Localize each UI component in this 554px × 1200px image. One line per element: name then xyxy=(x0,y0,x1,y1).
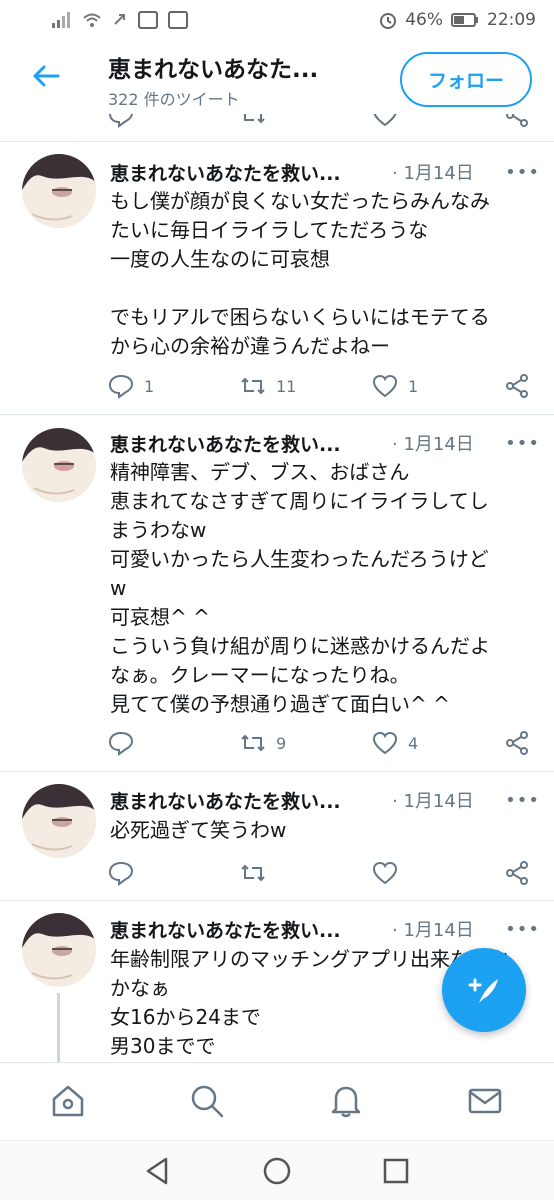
battery-percent: 46% xyxy=(405,10,443,30)
like-button[interactable] xyxy=(372,858,408,888)
author-name[interactable]: 恵まれないあなたを救い... xyxy=(110,916,372,943)
arrow-left-icon[interactable] xyxy=(30,60,62,92)
tweet-header: 恵まれないあなたを救い... · 1月14日 ••• xyxy=(110,785,540,815)
tweet-date: · 1月14日 xyxy=(392,163,474,184)
tweet[interactable]: 恵まれないあなたを救い... · 1月14日 ••• もし僕が顔が良くない女だっ… xyxy=(0,142,554,415)
back-triangle-icon[interactable] xyxy=(142,1155,174,1187)
reply-button[interactable] xyxy=(108,728,144,758)
reply-button[interactable] xyxy=(108,858,144,888)
share-icon xyxy=(506,861,528,885)
like-button[interactable]: 1 xyxy=(372,371,418,401)
retweet-icon xyxy=(241,734,265,752)
reply-button[interactable]: 1 xyxy=(108,371,154,401)
thread-connector xyxy=(57,993,60,1062)
reply-icon xyxy=(108,731,134,756)
page-title: 恵まれないあなた... xyxy=(108,57,319,83)
previous-tweet-actions xyxy=(0,114,554,142)
app-notification-icon xyxy=(168,11,188,29)
heart-icon[interactable] xyxy=(372,114,398,128)
follow-button[interactable]: フォロー xyxy=(400,52,532,107)
tweet-count: 322 件のツイート xyxy=(108,90,240,109)
tweet-header: 恵まれないあなたを救い... · 1月14日 ••• xyxy=(110,914,540,944)
share-button[interactable] xyxy=(504,858,530,888)
heart-icon xyxy=(372,861,398,885)
recents-square-icon[interactable] xyxy=(380,1155,412,1187)
tweet-text: 精神障害、デブ、ブス、おばさん 恵まれてなさすぎて周りにイライラしてし まうわな… xyxy=(110,460,490,716)
avatar[interactable] xyxy=(22,784,96,858)
avatar[interactable] xyxy=(22,428,96,502)
author-name[interactable]: 恵まれないあなたを救い... xyxy=(110,159,372,186)
system-navigation xyxy=(0,1140,554,1200)
home-icon[interactable] xyxy=(50,1083,86,1119)
like-count: 1 xyxy=(408,376,419,396)
bottom-navigation xyxy=(0,1062,554,1140)
tweet-header: 恵まれないあなたを救い... · 1月14日 ••• xyxy=(110,428,540,458)
share-icon xyxy=(506,374,528,398)
notification-icon xyxy=(138,11,158,29)
share-icon xyxy=(506,731,528,755)
retweet-count: 11 xyxy=(276,376,297,396)
retweet-button[interactable]: 9 xyxy=(240,728,286,758)
arrows-icon xyxy=(114,14,125,25)
compose-tweet-icon xyxy=(468,978,498,1003)
author-name[interactable]: 恵まれないあなたを救い... xyxy=(110,430,372,457)
retweet-icon[interactable] xyxy=(240,114,266,128)
mail-icon[interactable] xyxy=(467,1083,503,1119)
avatar[interactable] xyxy=(22,913,96,987)
wifi-icon xyxy=(83,13,101,27)
battery-icon xyxy=(451,13,478,27)
status-bar: 46% 22:09 xyxy=(0,0,554,40)
share-button[interactable] xyxy=(504,371,530,401)
status-icons-left xyxy=(52,11,188,29)
tweet-actions xyxy=(108,858,538,888)
like-button[interactable]: 4 xyxy=(372,728,418,758)
author-name[interactable]: 恵まれないあなたを救い... xyxy=(110,787,372,814)
retweet-count: 9 xyxy=(276,733,287,753)
more-options-icon[interactable]: ••• xyxy=(505,919,540,940)
retweet-button[interactable]: 11 xyxy=(240,371,296,401)
heart-icon xyxy=(372,731,398,755)
retweet-button[interactable] xyxy=(240,858,276,888)
retweet-icon xyxy=(241,377,265,395)
tweet-date: · 1月14日 xyxy=(392,920,474,941)
tweet-date: · 1月14日 xyxy=(392,791,474,812)
heart-icon xyxy=(372,374,398,398)
bell-icon[interactable] xyxy=(328,1083,364,1119)
tweet-header: 恵まれないあなたを救い... · 1月14日 ••• xyxy=(110,157,540,187)
clock: 22:09 xyxy=(487,10,536,30)
tweet[interactable]: 恵まれないあなたを救い... · 1月14日 ••• 必死過ぎて笑うわw xyxy=(0,772,554,901)
share-button[interactable] xyxy=(504,728,530,758)
more-options-icon[interactable]: ••• xyxy=(505,790,540,811)
retweet-icon xyxy=(241,864,265,882)
share-icon[interactable] xyxy=(504,114,530,128)
tweet-text: もし僕が顔が良くない女だったらみんなみ たいに毎日イライラしてただろうな 一度の… xyxy=(110,189,490,358)
more-options-icon[interactable]: ••• xyxy=(505,162,540,183)
tweet-actions: 9 4 xyxy=(108,728,538,758)
home-circle-icon[interactable] xyxy=(261,1155,293,1187)
profile-header: 恵まれないあなた... 322 件のツイート フォロー xyxy=(0,40,554,114)
like-count: 4 xyxy=(408,733,419,753)
tweet-actions: 1 11 1 xyxy=(108,371,538,401)
reply-icon xyxy=(108,374,134,399)
reply-icon xyxy=(108,861,134,886)
signal-icon xyxy=(52,12,70,28)
tweet-date: · 1月14日 xyxy=(392,434,474,455)
more-options-icon[interactable]: ••• xyxy=(505,433,540,454)
tweet[interactable]: 恵まれないあなたを救い... · 1月14日 ••• 精神障害、デブ、ブス、おば… xyxy=(0,415,554,772)
alarm-icon xyxy=(380,13,397,29)
tweet-text: 必死過ぎて笑うわw xyxy=(110,818,287,842)
reply-count: 1 xyxy=(144,376,155,396)
avatar[interactable] xyxy=(22,154,96,228)
status-icons-right: 46% 22:09 xyxy=(379,10,536,30)
reply-icon[interactable] xyxy=(108,114,134,128)
compose-tweet-button[interactable] xyxy=(442,948,526,1032)
search-icon[interactable] xyxy=(189,1083,225,1119)
